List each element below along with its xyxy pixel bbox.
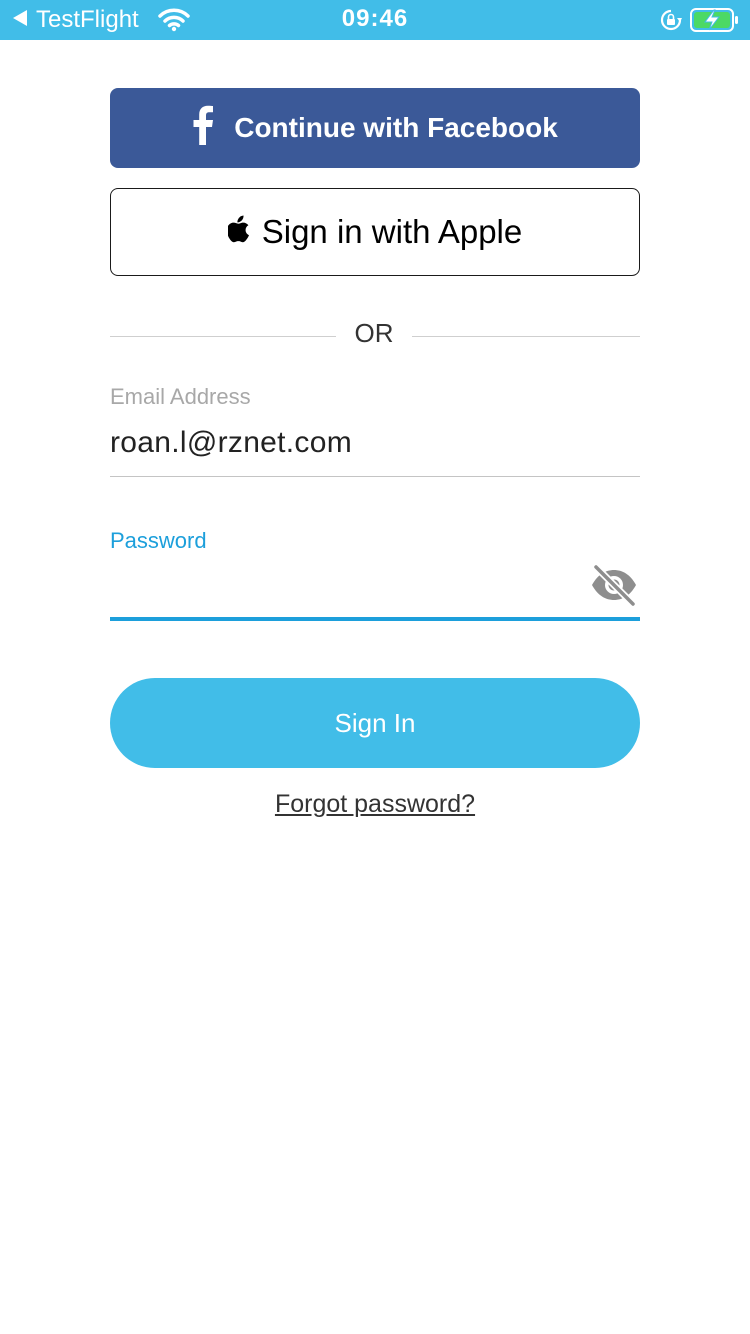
sign-in-button[interactable]: Sign In <box>110 678 640 768</box>
eye-slash-icon[interactable] <box>590 563 638 608</box>
forgot-password-link[interactable]: Forgot password? <box>0 790 750 819</box>
status-bar: TestFlight 09:46 <box>0 0 750 40</box>
apple-icon <box>226 213 250 251</box>
divider-line-right <box>412 336 640 337</box>
orientation-lock-icon <box>660 9 682 31</box>
password-underline-focused <box>110 617 640 621</box>
apple-button-label: Sign in with Apple <box>261 213 523 250</box>
sign-in-with-apple-button[interactable]: Sign in with Apple <box>110 188 640 276</box>
or-divider-label: OR <box>354 318 394 348</box>
email-label: Email Address <box>110 384 251 409</box>
battery-charging-icon <box>690 8 740 32</box>
sign-in-button-label: Sign In <box>334 707 416 738</box>
facebook-icon <box>192 105 214 152</box>
email-input[interactable]: roan.l@rznet.com <box>110 426 352 460</box>
divider-line-left <box>110 336 336 337</box>
email-underline <box>110 476 640 477</box>
continue-with-facebook-button[interactable]: Continue with Facebook <box>110 88 640 168</box>
status-time: 09:46 <box>341 5 409 32</box>
facebook-button-label: Continue with Facebook <box>234 112 558 143</box>
password-label: Password <box>110 528 207 553</box>
